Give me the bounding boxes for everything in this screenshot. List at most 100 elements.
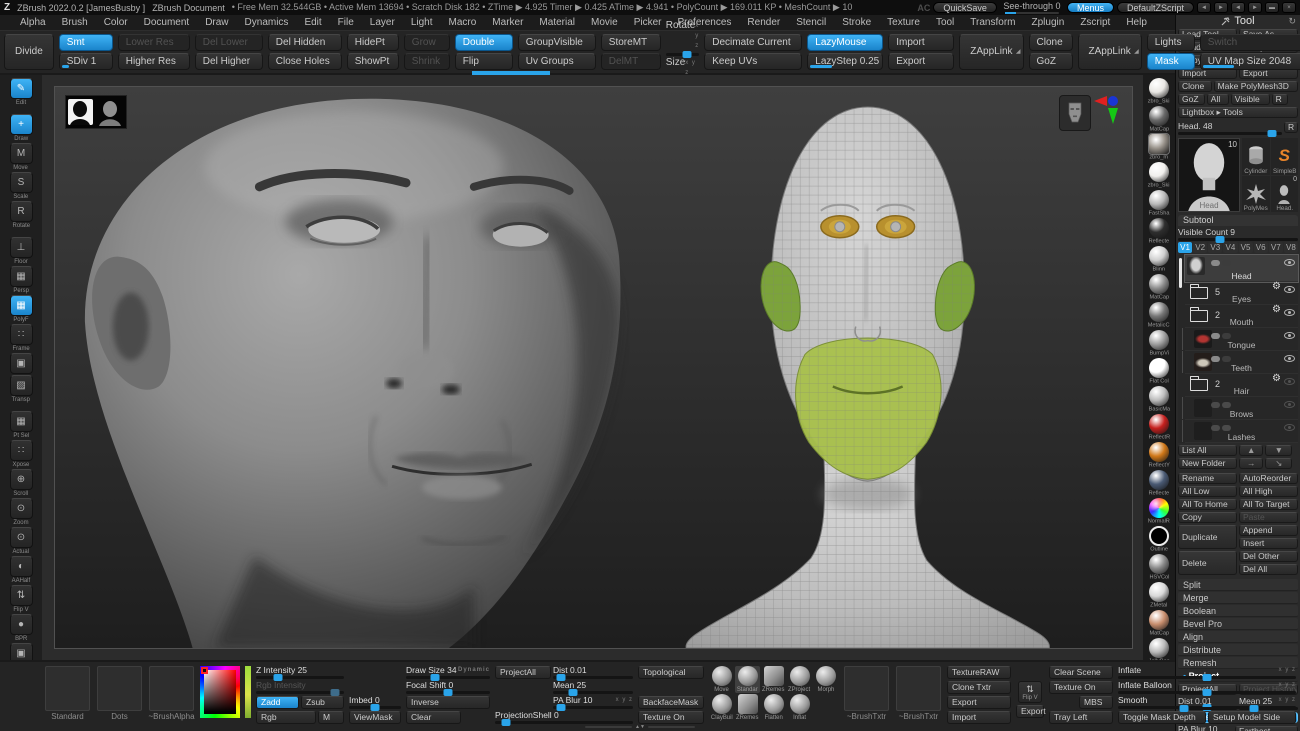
quick-brush[interactable]: ZProject <box>787 666 812 693</box>
document-preview-thumbnail[interactable] <box>65 95 127 129</box>
subtool-op-button[interactable]: New Folder <box>1178 458 1237 469</box>
minimize-icon[interactable]: ▬ <box>1265 2 1279 13</box>
subtool-action-button[interactable]: All To Target <box>1239 499 1298 510</box>
imbed-slider[interactable]: Imbed 0 <box>349 696 401 709</box>
shrink-button[interactable]: Shrink <box>404 53 450 70</box>
menu-item[interactable]: Document <box>136 17 198 28</box>
toolbar-button[interactable]: ⇅ Flip V <box>6 585 36 613</box>
uv-map-size-slider[interactable]: UV Map Size 2048 <box>1200 53 1300 70</box>
zadd-toggle[interactable]: Zadd <box>256 696 299 709</box>
sdiv-slider[interactable]: SDiv 1 <box>59 53 113 70</box>
toolbar-button[interactable]: ▦ PolyF <box>6 295 36 323</box>
subtool-action-button[interactable]: AutoReorder <box>1239 473 1298 484</box>
visibility-eye-icon[interactable] <box>1284 259 1295 266</box>
tool-panel-button[interactable]: Make PolyMesh3D <box>1214 81 1298 92</box>
dock-left-icon[interactable]: ◄ <box>1197 2 1211 13</box>
material-swatch[interactable]: MatCap <box>1147 106 1172 133</box>
visibility-eye-icon[interactable] <box>1284 332 1295 339</box>
toolbar-button[interactable]: ✎ Edit <box>6 78 36 106</box>
projection-shell-slider[interactable]: ProjectionShell 0 <box>495 711 633 724</box>
see-through-slider[interactable]: See-through 0 <box>1000 1 1064 14</box>
gear-icon[interactable]: ⚙ <box>1272 373 1281 384</box>
subtool-row[interactable]: ⚙ Tongue <box>1185 328 1298 351</box>
toolbar-button[interactable]: ⊥ Floor <box>6 237 36 265</box>
uv-groups-button[interactable]: Uv Groups <box>518 53 596 70</box>
import-button[interactable]: Import <box>888 34 954 51</box>
tool-panel-button[interactable]: R <box>1272 94 1289 105</box>
subtool-row[interactable]: 2 ⚙ Hair <box>1185 374 1298 397</box>
material-swatch[interactable]: ZMetal <box>1148 582 1169 609</box>
subtool-op-button[interactable]: → <box>1239 458 1263 469</box>
texture-import-button[interactable]: Import <box>947 711 1011 724</box>
sv-square[interactable] <box>204 670 236 714</box>
tool-slot-simplebrush[interactable]: S SimpleB <box>1271 138 1299 175</box>
menu-item[interactable]: Material <box>531 17 583 28</box>
sculpt-scene[interactable] <box>55 87 1132 648</box>
toolbar-button[interactable]: S Scale <box>6 172 36 200</box>
current-tool-thumbnail[interactable]: 10 Head <box>1178 138 1240 212</box>
projectall-button[interactable]: ProjectAll <box>495 666 551 679</box>
material-swatch[interactable]: MetalicC <box>1145 302 1172 329</box>
subtool-action-button[interactable]: Del Other <box>1239 551 1298 562</box>
m-toggle[interactable]: M <box>318 711 344 724</box>
material-swatch[interactable]: zbro_Ski <box>1145 78 1172 105</box>
subtool-action-button[interactable]: Append <box>1239 525 1298 536</box>
menu-item[interactable]: Picker <box>626 17 670 28</box>
visibility-eye-icon[interactable] <box>1284 378 1295 385</box>
material-swatch[interactable]: Blinn <box>1149 246 1169 273</box>
paint-toggles[interactable] <box>1211 356 1231 362</box>
subtool-section-header[interactable]: Subtool <box>1178 215 1298 226</box>
tool-slot-polymesh-star[interactable]: PolyMes <box>1242 176 1270 213</box>
zapplink-button[interactable]: ZAppLink <box>1078 34 1142 70</box>
menu-item[interactable]: Movie <box>583 17 626 28</box>
texture-on-button[interactable]: Texture On <box>638 711 704 724</box>
subtool-name[interactable]: Brows <box>1185 409 1298 419</box>
menu-item[interactable]: Render <box>739 17 788 28</box>
material-swatch[interactable]: zbro_Ski <box>1145 162 1172 189</box>
subtool-name[interactable]: Mouth <box>1185 317 1298 327</box>
subtool-op-button[interactable]: ▼ <box>1265 445 1292 456</box>
zapplink-button[interactable]: ZAppLink <box>959 34 1023 70</box>
version-tab[interactable]: V3 <box>1208 242 1222 253</box>
menu-item[interactable]: Color <box>96 17 136 28</box>
document-area[interactable] <box>54 86 1133 649</box>
material-swatch[interactable]: HSVCol <box>1147 554 1172 581</box>
material-swatch[interactable]: JellyBea <box>1146 638 1172 660</box>
visibility-eye-icon[interactable] <box>1284 424 1295 431</box>
paint-toggles[interactable] <box>1211 333 1231 339</box>
menu-item[interactable]: Help <box>1118 17 1155 28</box>
subtool-action-button[interactable]: Duplicate <box>1178 525 1237 549</box>
lights-button[interactable]: Lights <box>1147 34 1195 51</box>
grow-button[interactable]: Grow <box>404 34 450 51</box>
visibility-eye-icon[interactable] <box>1284 355 1295 362</box>
menu-item[interactable]: File <box>330 17 362 28</box>
flip-button[interactable]: Flip <box>455 53 513 70</box>
pa-blur-slider[interactable]: PA Blur 10x y z <box>553 696 633 709</box>
export-button[interactable]: Export <box>888 53 954 70</box>
draw-size-slider[interactable]: Draw Size 34Dynamic <box>406 666 490 679</box>
subtool-name[interactable]: Hair <box>1185 386 1298 396</box>
toolbar-button[interactable]: ⊙ Actual <box>6 527 36 555</box>
subtool-action-button[interactable]: Rename <box>1178 473 1237 484</box>
subtool-scrollbar[interactable] <box>1179 258 1182 288</box>
quicksave-button[interactable]: QuickSave <box>933 2 997 13</box>
quick-brush[interactable]: Flatten <box>761 694 786 721</box>
section-header[interactable]: Align <box>1178 631 1298 643</box>
subtool-action-button[interactable]: All Low <box>1178 486 1237 497</box>
clone-button[interactable]: Clone <box>1029 34 1073 51</box>
alpha-picker[interactable]: ~BrushAlpha <box>148 666 195 721</box>
visible-count-slider[interactable]: Visible Count 9 <box>1178 228 1298 241</box>
rotate-slider[interactable]: Rotatex y z <box>666 21 699 56</box>
clear-button[interactable]: Clear <box>406 711 461 724</box>
subtool-row[interactable]: 2 ⚙ Mouth <box>1185 305 1298 328</box>
mbs-button[interactable]: MBS <box>1079 696 1113 709</box>
menu-item[interactable]: Dynamics <box>237 17 297 28</box>
menu-item[interactable]: Draw <box>197 17 236 28</box>
subtool-action-button[interactable]: Delete <box>1178 551 1237 575</box>
tool-panel-button[interactable]: Visible <box>1231 94 1270 105</box>
quick-brush[interactable]: Move <box>709 666 734 693</box>
material-swatch[interactable]: Reflecte <box>1146 218 1172 245</box>
paint-toggles[interactable] <box>1211 425 1231 431</box>
z-intensity-slider[interactable]: Z Intensity 25 <box>256 666 344 679</box>
material-swatch[interactable]: BasicMa <box>1146 386 1173 413</box>
